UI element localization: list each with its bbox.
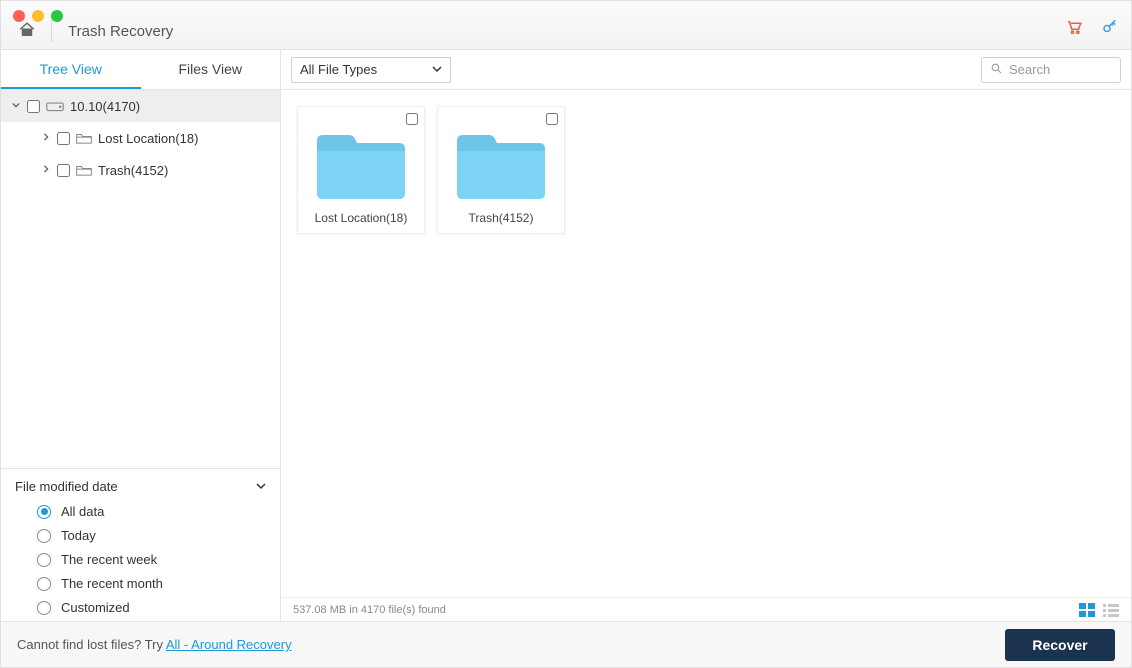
filter-option-label: The recent month (61, 576, 163, 591)
recover-button[interactable]: Recover (1005, 629, 1115, 661)
maximize-window-button[interactable] (51, 10, 63, 22)
footer-prefix: Cannot find lost files? Try (17, 637, 166, 652)
grid-view-icon[interactable] (1079, 603, 1095, 617)
filter-options: All data Today The recent week The recen… (15, 504, 266, 615)
folder-icon (311, 127, 411, 205)
filter-option-customized[interactable]: Customized (37, 600, 266, 615)
chevron-down-icon (432, 62, 442, 77)
tab-tree-view[interactable]: Tree View (1, 50, 141, 89)
body: 10.10(4170) Lost Location(18) (1, 90, 1131, 621)
search-input[interactable] (1009, 62, 1112, 77)
footer-text: Cannot find lost files? Try All - Around… (17, 637, 292, 652)
home-icon[interactable] (17, 21, 37, 42)
list-view-icon[interactable] (1103, 603, 1119, 617)
folder-grid: Lost Location(18) Trash(4152) (281, 90, 1131, 597)
filetype-select-value: All File Types (300, 62, 377, 77)
folder-card-checkbox[interactable] (406, 113, 418, 125)
radio-icon (37, 577, 51, 591)
tree-node-root[interactable]: 10.10(4170) (1, 90, 280, 122)
search-icon (990, 62, 1003, 78)
tree-node-checkbox[interactable] (57, 132, 70, 145)
toolbar: Tree View Files View All File Types (1, 50, 1131, 90)
view-toggles (1079, 603, 1119, 617)
filter-section: File modified date All data Today (1, 468, 280, 621)
folder-card[interactable]: Lost Location(18) (297, 106, 425, 234)
tree-node-label: Lost Location(18) (98, 131, 198, 146)
caret-down-icon[interactable] (11, 101, 21, 112)
tab-files-view[interactable]: Files View (141, 50, 281, 89)
tree-node-label: 10.10(4170) (70, 99, 140, 114)
caret-right-icon[interactable] (41, 165, 51, 176)
folder-icon (76, 132, 92, 145)
radio-icon (37, 505, 51, 519)
key-icon[interactable] (1101, 18, 1119, 39)
filter-option-label: Customized (61, 600, 130, 615)
radio-icon (37, 601, 51, 615)
filter-option-recent-week[interactable]: The recent week (37, 552, 266, 567)
filter-option-label: All data (61, 504, 104, 519)
status-text: 537.08 MB in 4170 file(s) found (293, 604, 446, 616)
tree-node[interactable]: Trash(4152) (1, 154, 280, 186)
statusbar: 537.08 MB in 4170 file(s) found (281, 597, 1131, 621)
title-actions (1065, 18, 1119, 39)
folder-card-label: Lost Location(18) (315, 211, 408, 225)
page-title: Trash Recovery (68, 23, 173, 40)
chevron-down-icon (256, 479, 266, 494)
filter-option-recent-month[interactable]: The recent month (37, 576, 266, 591)
caret-right-icon[interactable] (41, 133, 51, 144)
minimize-window-button[interactable] (32, 10, 44, 22)
tree-node-label: Trash(4152) (98, 163, 168, 178)
close-window-button[interactable] (13, 10, 25, 22)
filter-option-today[interactable]: Today (37, 528, 266, 543)
filter-option-all-data[interactable]: All data (37, 504, 266, 519)
radio-icon (37, 529, 51, 543)
folder-card-checkbox[interactable] (546, 113, 558, 125)
window-controls (13, 10, 63, 22)
filter-option-label: Today (61, 528, 96, 543)
radio-icon (37, 553, 51, 567)
title-divider (51, 20, 52, 42)
sidebar: 10.10(4170) Lost Location(18) (1, 90, 281, 621)
filter-option-label: The recent week (61, 552, 157, 567)
app-window: Trash Recovery Tree View Files View All … (0, 0, 1132, 668)
filter-title: File modified date (15, 479, 118, 494)
filter-header[interactable]: File modified date (15, 479, 266, 494)
content: Lost Location(18) Trash(4152) 537.08 MB … (281, 90, 1131, 621)
folder-card-label: Trash(4152) (469, 211, 534, 225)
folder-card[interactable]: Trash(4152) (437, 106, 565, 234)
footer: Cannot find lost files? Try All - Around… (1, 621, 1131, 667)
disk-icon (46, 99, 64, 113)
view-tabs: Tree View Files View (1, 50, 281, 89)
tree-node-checkbox[interactable] (27, 100, 40, 113)
tree-node-checkbox[interactable] (57, 164, 70, 177)
tree: 10.10(4170) Lost Location(18) (1, 90, 280, 468)
folder-icon (451, 127, 551, 205)
folder-icon (76, 164, 92, 177)
filetype-select[interactable]: All File Types (291, 57, 451, 83)
all-around-recovery-link[interactable]: All - Around Recovery (166, 637, 292, 652)
tree-node[interactable]: Lost Location(18) (1, 122, 280, 154)
titlebar: Trash Recovery (1, 1, 1131, 50)
toolbar-right: All File Types (281, 50, 1131, 89)
search-box[interactable] (981, 57, 1121, 83)
cart-icon[interactable] (1065, 18, 1083, 39)
